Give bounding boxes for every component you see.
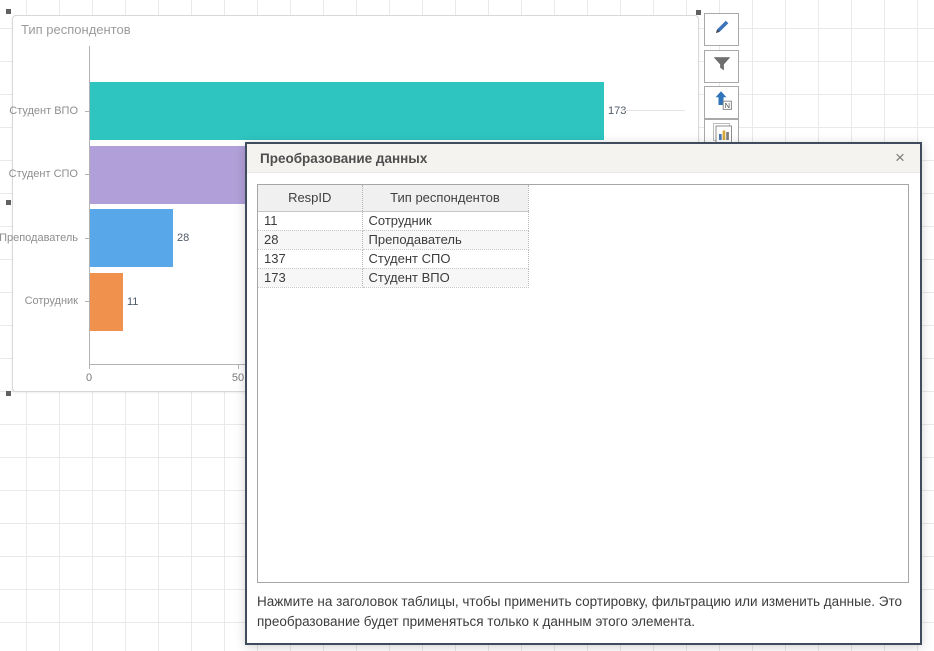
cell-type: Студент СПО [362, 249, 528, 268]
data-grid: RespID Тип респондентов 11 Сотрудник 28 … [258, 185, 529, 288]
bar-value-label: 173 [608, 105, 626, 117]
column-header-type[interactable]: Тип респондентов [362, 185, 528, 211]
category-tick [85, 174, 89, 175]
sort-badge-label: N [724, 101, 729, 110]
cell-type: Сотрудник [362, 211, 528, 230]
close-icon[interactable]: × [890, 147, 910, 169]
data-grid-container: RespID Тип респондентов 11 Сотрудник 28 … [257, 184, 909, 583]
dashboard-designer-canvas: { "canvas": { "grid_color": "#e9e9e9" },… [0, 0, 934, 651]
category-label: Преподаватель [0, 232, 78, 244]
sort-by-argument-icon: N [710, 88, 734, 117]
table-row: 28 Преподаватель [258, 230, 528, 249]
table-row: 173 Студент ВПО [258, 268, 528, 287]
cell-respid: 11 [258, 211, 362, 230]
x-axis-tick [238, 364, 239, 369]
chart-panel-title: Тип респондентов [21, 22, 131, 37]
category-tick [85, 301, 89, 302]
edit-button[interactable] [704, 13, 739, 46]
filter-icon [711, 53, 733, 80]
pencil-icon [711, 16, 733, 43]
bar-student-vpo[interactable] [90, 82, 604, 140]
cell-respid: 28 [258, 230, 362, 249]
dialog-header: Преобразование данных × [247, 144, 920, 173]
category-label: Студент СПО [9, 168, 78, 180]
resize-handle-left-middle[interactable] [6, 200, 11, 205]
filter-button[interactable] [704, 50, 739, 83]
table-row: 137 Студент СПО [258, 249, 528, 268]
table-header-row: RespID Тип респондентов [258, 185, 528, 211]
category-tick [85, 238, 89, 239]
category-label: Студент ВПО [9, 105, 78, 117]
bar-prepodavatel[interactable] [90, 209, 173, 267]
sort-button[interactable]: N [704, 86, 739, 119]
category-label: Сотрудник [25, 295, 78, 307]
resize-handle-top-right[interactable] [696, 10, 701, 15]
bar-sotrudnik[interactable] [90, 273, 123, 331]
resize-handle-top-left[interactable] [6, 9, 11, 14]
column-header-respid[interactable]: RespID [258, 185, 362, 211]
cell-respid: 137 [258, 249, 362, 268]
category-tick [85, 111, 89, 112]
data-transformation-dialog: Преобразование данных × RespID Тип респо… [245, 142, 922, 645]
cell-type: Преподаватель [362, 230, 528, 249]
bar-value-label: 11 [127, 296, 138, 308]
x-axis-tick [89, 364, 90, 369]
dialog-title: Преобразование данных [260, 144, 427, 173]
table-row: 11 Сотрудник [258, 211, 528, 230]
cell-type: Студент ВПО [362, 268, 528, 287]
x-axis-tick-label: 0 [77, 372, 101, 384]
cell-respid: 173 [258, 268, 362, 287]
dialog-hint-text: Нажмите на заголовок таблицы, чтобы прим… [257, 592, 913, 632]
value-label-leader-line [621, 110, 685, 111]
resize-handle-bottom-left[interactable] [6, 391, 11, 396]
bar-value-label: 28 [177, 232, 189, 244]
